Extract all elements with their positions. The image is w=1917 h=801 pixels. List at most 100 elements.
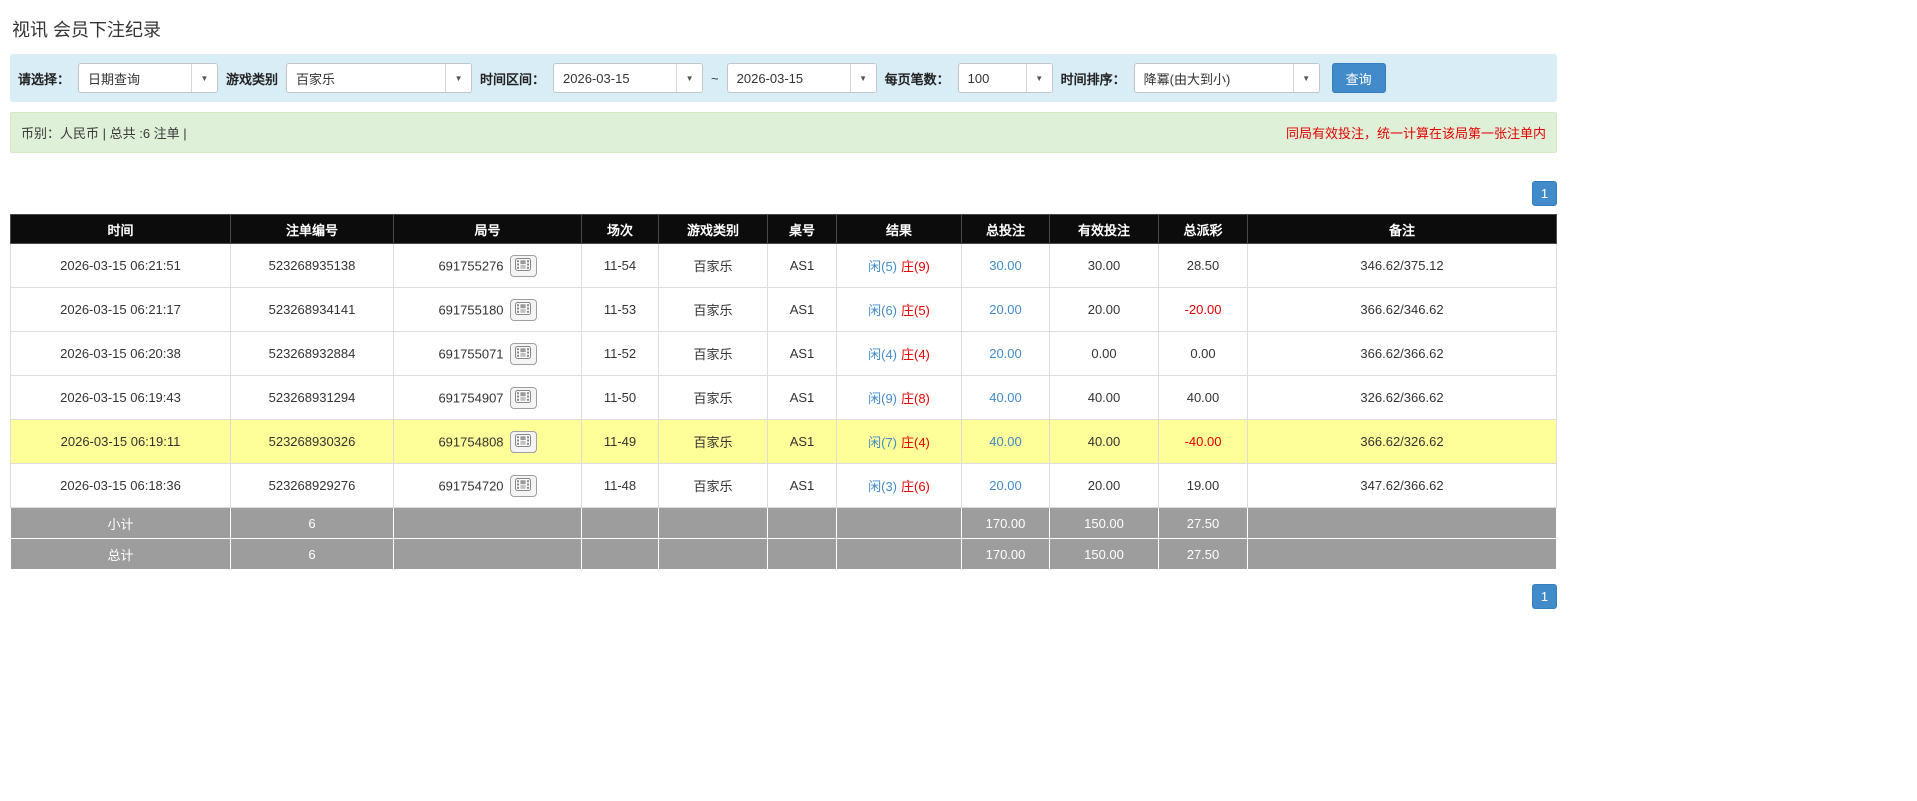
- film-icon: [515, 301, 532, 318]
- result-cell: 闲(9) 庄(8): [836, 375, 962, 420]
- empty-cell: [393, 538, 582, 570]
- date-to-value: 2026-03-15: [736, 70, 804, 86]
- player-result: 闲(3): [868, 479, 897, 494]
- bet-id-cell: 523268931294: [230, 375, 394, 420]
- game-type-cell: 百家乐: [658, 287, 768, 332]
- film-icon: [515, 389, 532, 406]
- notice-text: 同局有效投注，统一计算在该局第一张注单内: [1285, 126, 1546, 141]
- empty-cell: [393, 507, 582, 539]
- page-size-value: 100: [967, 70, 990, 86]
- game-type-cell: 百家乐: [658, 419, 768, 464]
- table-row: 2026-03-15 06:20:38 523268932884 6917550…: [10, 331, 1557, 376]
- time-cell: 2026-03-15 06:21:17: [10, 287, 231, 332]
- video-icon-button[interactable]: [509, 342, 537, 365]
- player-result: 闲(5): [868, 259, 897, 274]
- total-bet-link[interactable]: 40.00: [989, 390, 1022, 405]
- total-bet-link[interactable]: 20.00: [989, 302, 1022, 317]
- game-type-select[interactable]: 百家乐 ▼: [286, 63, 473, 93]
- payout-cell: 19.00: [1158, 463, 1248, 508]
- player-result: 闲(7): [868, 435, 897, 450]
- total-valid-bet: 150.00: [1049, 538, 1159, 570]
- game-type-label: 游戏类别: [226, 71, 279, 87]
- info-bar: 币别：人民币 | 总共 :6 注单 | 同局有效投注，统一计算在该局第一张注单内: [10, 112, 1557, 153]
- page-button[interactable]: 1: [1532, 181, 1557, 206]
- chevron-down-icon[interactable]: ▼: [445, 64, 472, 92]
- video-icon-button[interactable]: [509, 430, 537, 453]
- video-icon-button[interactable]: [509, 386, 537, 409]
- total-bet-link[interactable]: 40.00: [989, 434, 1022, 449]
- chevron-down-icon[interactable]: ▼: [1025, 64, 1052, 92]
- query-type-select[interactable]: 日期查询 ▼: [78, 63, 219, 93]
- video-icon-button[interactable]: [509, 254, 537, 277]
- column-header-table-no: 桌号: [767, 214, 837, 244]
- page-title: 视讯 会员下注纪录: [12, 20, 162, 40]
- player-result: 闲(9): [868, 391, 897, 406]
- search-button[interactable]: 查询: [1331, 63, 1386, 93]
- subtotal-payout: 27.50: [1158, 507, 1248, 539]
- valid-bet-cell: 40.00: [1049, 375, 1159, 420]
- chevron-down-icon[interactable]: ▼: [191, 64, 218, 92]
- column-header-total-bet: 总投注: [961, 214, 1050, 244]
- total-label: 总计: [10, 538, 231, 570]
- betting-records-table: 时间 注单编号 局号 场次 游戏类别 桌号 结果 总投注 有效投注 总派彩 备注…: [10, 214, 1557, 570]
- total-bet-link[interactable]: 30.00: [989, 258, 1022, 273]
- payout-cell: -40.00: [1158, 419, 1248, 464]
- total-bet-link[interactable]: 20.00: [989, 346, 1022, 361]
- time-cell: 2026-03-15 06:20:38: [10, 331, 231, 376]
- result-cell: 闲(4) 庄(4): [836, 331, 962, 376]
- valid-bet-cell: 40.00: [1049, 419, 1159, 464]
- result-cell: 闲(7) 庄(4): [836, 419, 962, 464]
- column-header-game-type: 游戏类别: [658, 214, 768, 244]
- table-no-cell: AS1: [767, 463, 837, 508]
- note-cell: 326.62/366.62: [1247, 375, 1557, 420]
- round-cell: 691755276: [393, 243, 582, 288]
- valid-bet-cell: 20.00: [1049, 463, 1159, 508]
- film-icon: [515, 345, 532, 362]
- subtotal-total-bet: 170.00: [961, 507, 1050, 539]
- date-to-select[interactable]: 2026-03-15 ▼: [726, 63, 877, 93]
- total-bet-link[interactable]: 20.00: [989, 478, 1022, 493]
- empty-cell: [1247, 507, 1557, 539]
- round-cell: 691755180: [393, 287, 582, 332]
- column-header-payout: 总派彩: [1158, 214, 1248, 244]
- empty-cell: [836, 507, 962, 539]
- empty-cell: [658, 538, 768, 570]
- round-cell: 691755071: [393, 331, 582, 376]
- round-number: 691755180: [438, 302, 504, 317]
- banker-result: 庄(8): [901, 391, 930, 406]
- subtotal-count: 6: [230, 507, 394, 539]
- table-body: 2026-03-15 06:21:51 523268935138 6917552…: [10, 243, 1557, 508]
- valid-bet-cell: 20.00: [1049, 287, 1159, 332]
- column-header-time: 时间: [10, 214, 231, 244]
- note-cell: 366.62/326.62: [1247, 419, 1557, 464]
- column-header-bet-id: 注单编号: [230, 214, 394, 244]
- time-cell: 2026-03-15 06:19:11: [10, 419, 231, 464]
- game-type-cell: 百家乐: [658, 331, 768, 376]
- page-button[interactable]: 1: [1532, 584, 1557, 609]
- chevron-down-icon[interactable]: ▼: [849, 64, 876, 92]
- chevron-down-icon[interactable]: ▼: [676, 64, 703, 92]
- subtotal-valid-bet: 150.00: [1049, 507, 1159, 539]
- film-icon: [515, 477, 532, 494]
- page-size-select[interactable]: 100 ▼: [957, 63, 1053, 93]
- column-header-valid-bet: 有效投注: [1049, 214, 1159, 244]
- round-number: 691755071: [438, 346, 504, 361]
- round-number: 691754907: [438, 390, 504, 405]
- time-cell: 2026-03-15 06:21:51: [10, 243, 231, 288]
- banker-result: 庄(5): [901, 303, 930, 318]
- table-row: 2026-03-15 06:19:43 523268931294 6917549…: [10, 375, 1557, 420]
- sort-order-select[interactable]: 降冪(由大到小) ▼: [1133, 63, 1320, 93]
- filter-bar: 请选择： 日期查询 ▼ 游戏类别 百家乐 ▼ 时间区间： 2026-03-15 …: [10, 54, 1557, 102]
- time-range-label: 时间区间：: [480, 71, 546, 87]
- note-cell: 366.62/346.62: [1247, 287, 1557, 332]
- film-icon: [515, 257, 532, 274]
- game-type-cell: 百家乐: [658, 463, 768, 508]
- video-icon-button[interactable]: [509, 474, 537, 497]
- date-from-select[interactable]: 2026-03-15 ▼: [553, 63, 704, 93]
- video-icon-button[interactable]: [509, 298, 537, 321]
- column-header-note: 备注: [1247, 214, 1557, 244]
- payout-cell: -20.00: [1158, 287, 1248, 332]
- bet-id-cell: 523268934141: [230, 287, 394, 332]
- result-cell: 闲(3) 庄(6): [836, 463, 962, 508]
- chevron-down-icon[interactable]: ▼: [1292, 64, 1319, 92]
